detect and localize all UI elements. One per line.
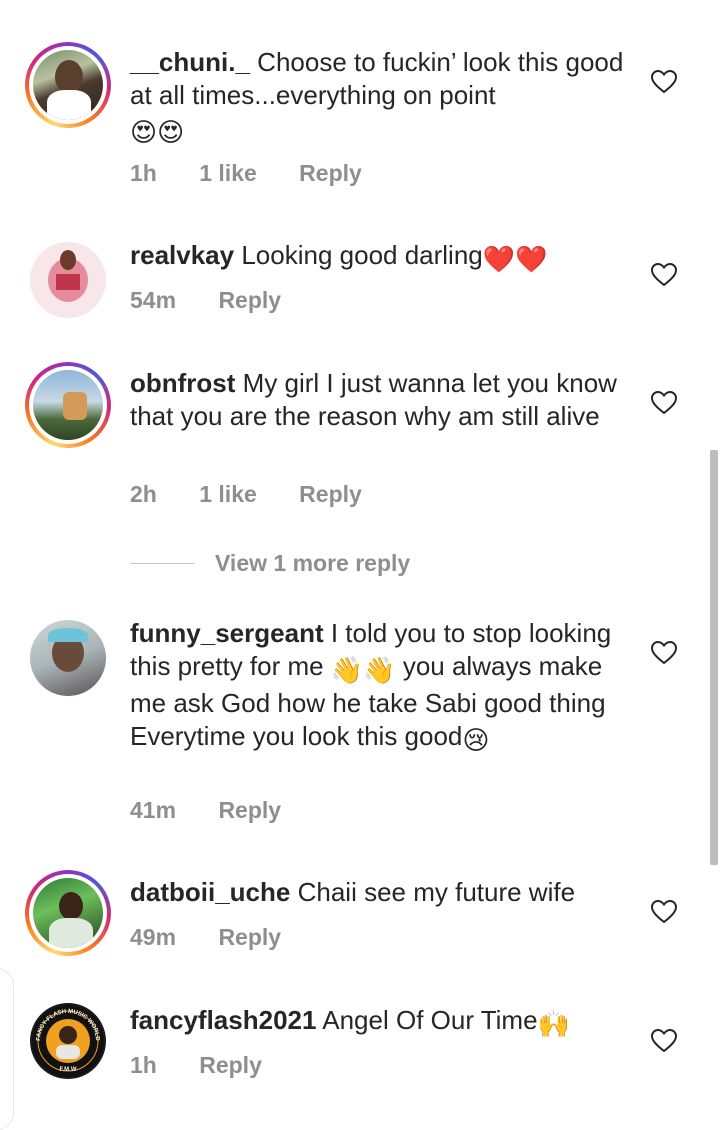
view-more-replies-label[interactable]: View 1 more reply <box>215 550 410 577</box>
comment-time: 54m <box>130 287 177 313</box>
comment-text: __chuni._ Choose to fuckin’ look this go… <box>130 46 630 149</box>
heart-outline-icon[interactable] <box>651 900 677 924</box>
comment-username[interactable]: fancyflash2021 <box>130 1005 316 1035</box>
avatar-logo-subtext: F.M.W <box>60 1067 77 1073</box>
avatar[interactable] <box>25 42 111 128</box>
heart-outline-icon[interactable] <box>651 641 677 665</box>
emoji: 👋👋 <box>330 655 396 685</box>
reply-button[interactable]: Reply <box>218 797 281 823</box>
comment-meta: 2h 1 like Reply <box>130 481 398 508</box>
comment-text: datboii_uche Chaii see my future wife <box>130 876 630 909</box>
comment-body: Angel Of Our Time <box>322 1005 538 1035</box>
avatar[interactable] <box>25 362 111 448</box>
comment-username[interactable]: funny_sergeant <box>130 618 324 648</box>
emoji: 😍😍 <box>130 117 185 147</box>
comment-time: 1h <box>130 1052 157 1078</box>
avatar[interactable] <box>30 242 106 318</box>
heart-outline-icon[interactable] <box>651 391 677 415</box>
scrollbar[interactable] <box>710 450 718 865</box>
avatar[interactable]: FANCY-FLASH MUSIC WORLD F.M.W <box>30 1003 106 1079</box>
emoji: ❤️❤️ <box>482 244 548 274</box>
comment-username[interactable]: obnfrost <box>130 368 235 398</box>
screen-edge <box>0 968 14 1130</box>
reply-button[interactable]: Reply <box>299 160 362 186</box>
comment-text: fancyflash2021 Angel Of Our Time🙌 <box>130 1004 630 1041</box>
reply-button[interactable]: Reply <box>199 1052 262 1078</box>
comment-time: 41m <box>130 797 177 823</box>
comment-meta: 1h 1 like Reply <box>130 160 398 187</box>
comment-time: 49m <box>130 924 177 950</box>
view-more-replies[interactable]: View 1 more reply <box>130 548 410 578</box>
heart-outline-icon[interactable] <box>651 263 677 287</box>
divider <box>130 562 195 564</box>
avatar[interactable] <box>25 870 111 956</box>
comment-time: 1h <box>130 160 157 186</box>
comment-username[interactable]: datboii_uche <box>130 877 290 907</box>
heart-outline-icon[interactable] <box>651 1029 677 1053</box>
avatar-logo: FANCY-FLASH MUSIC WORLD F.M.W <box>32 1005 104 1077</box>
comment-likes[interactable]: 1 like <box>199 160 257 186</box>
comment-meta: 49m Reply <box>130 924 317 951</box>
comment-text: realvkay Looking good darling❤️❤️ <box>130 239 630 276</box>
comment-body: Chaii see my future wife <box>297 877 576 907</box>
heart-outline-icon[interactable] <box>651 70 677 94</box>
comment-likes[interactable]: 1 like <box>199 481 257 507</box>
comment-username[interactable]: realvkay <box>130 240 234 270</box>
comment-meta: 1h Reply <box>130 1052 298 1079</box>
avatar[interactable] <box>30 620 106 696</box>
comment-text: obnfrost My girl I just wanna let you kn… <box>130 367 630 433</box>
comment-meta: 41m Reply <box>130 797 317 824</box>
emoji: 😢 <box>462 725 490 755</box>
comment-meta: 54m Reply <box>130 287 317 314</box>
reply-button[interactable]: Reply <box>299 481 362 507</box>
reply-button[interactable]: Reply <box>218 924 281 950</box>
comment-username[interactable]: __chuni._ <box>130 47 250 77</box>
emoji: 🙌 <box>537 1009 570 1039</box>
comment-text: funny_sergeant I told you to stop lookin… <box>130 617 630 757</box>
reply-button[interactable]: Reply <box>218 287 281 313</box>
comment-body: Looking good darling <box>241 240 483 270</box>
comment-time: 2h <box>130 481 157 507</box>
